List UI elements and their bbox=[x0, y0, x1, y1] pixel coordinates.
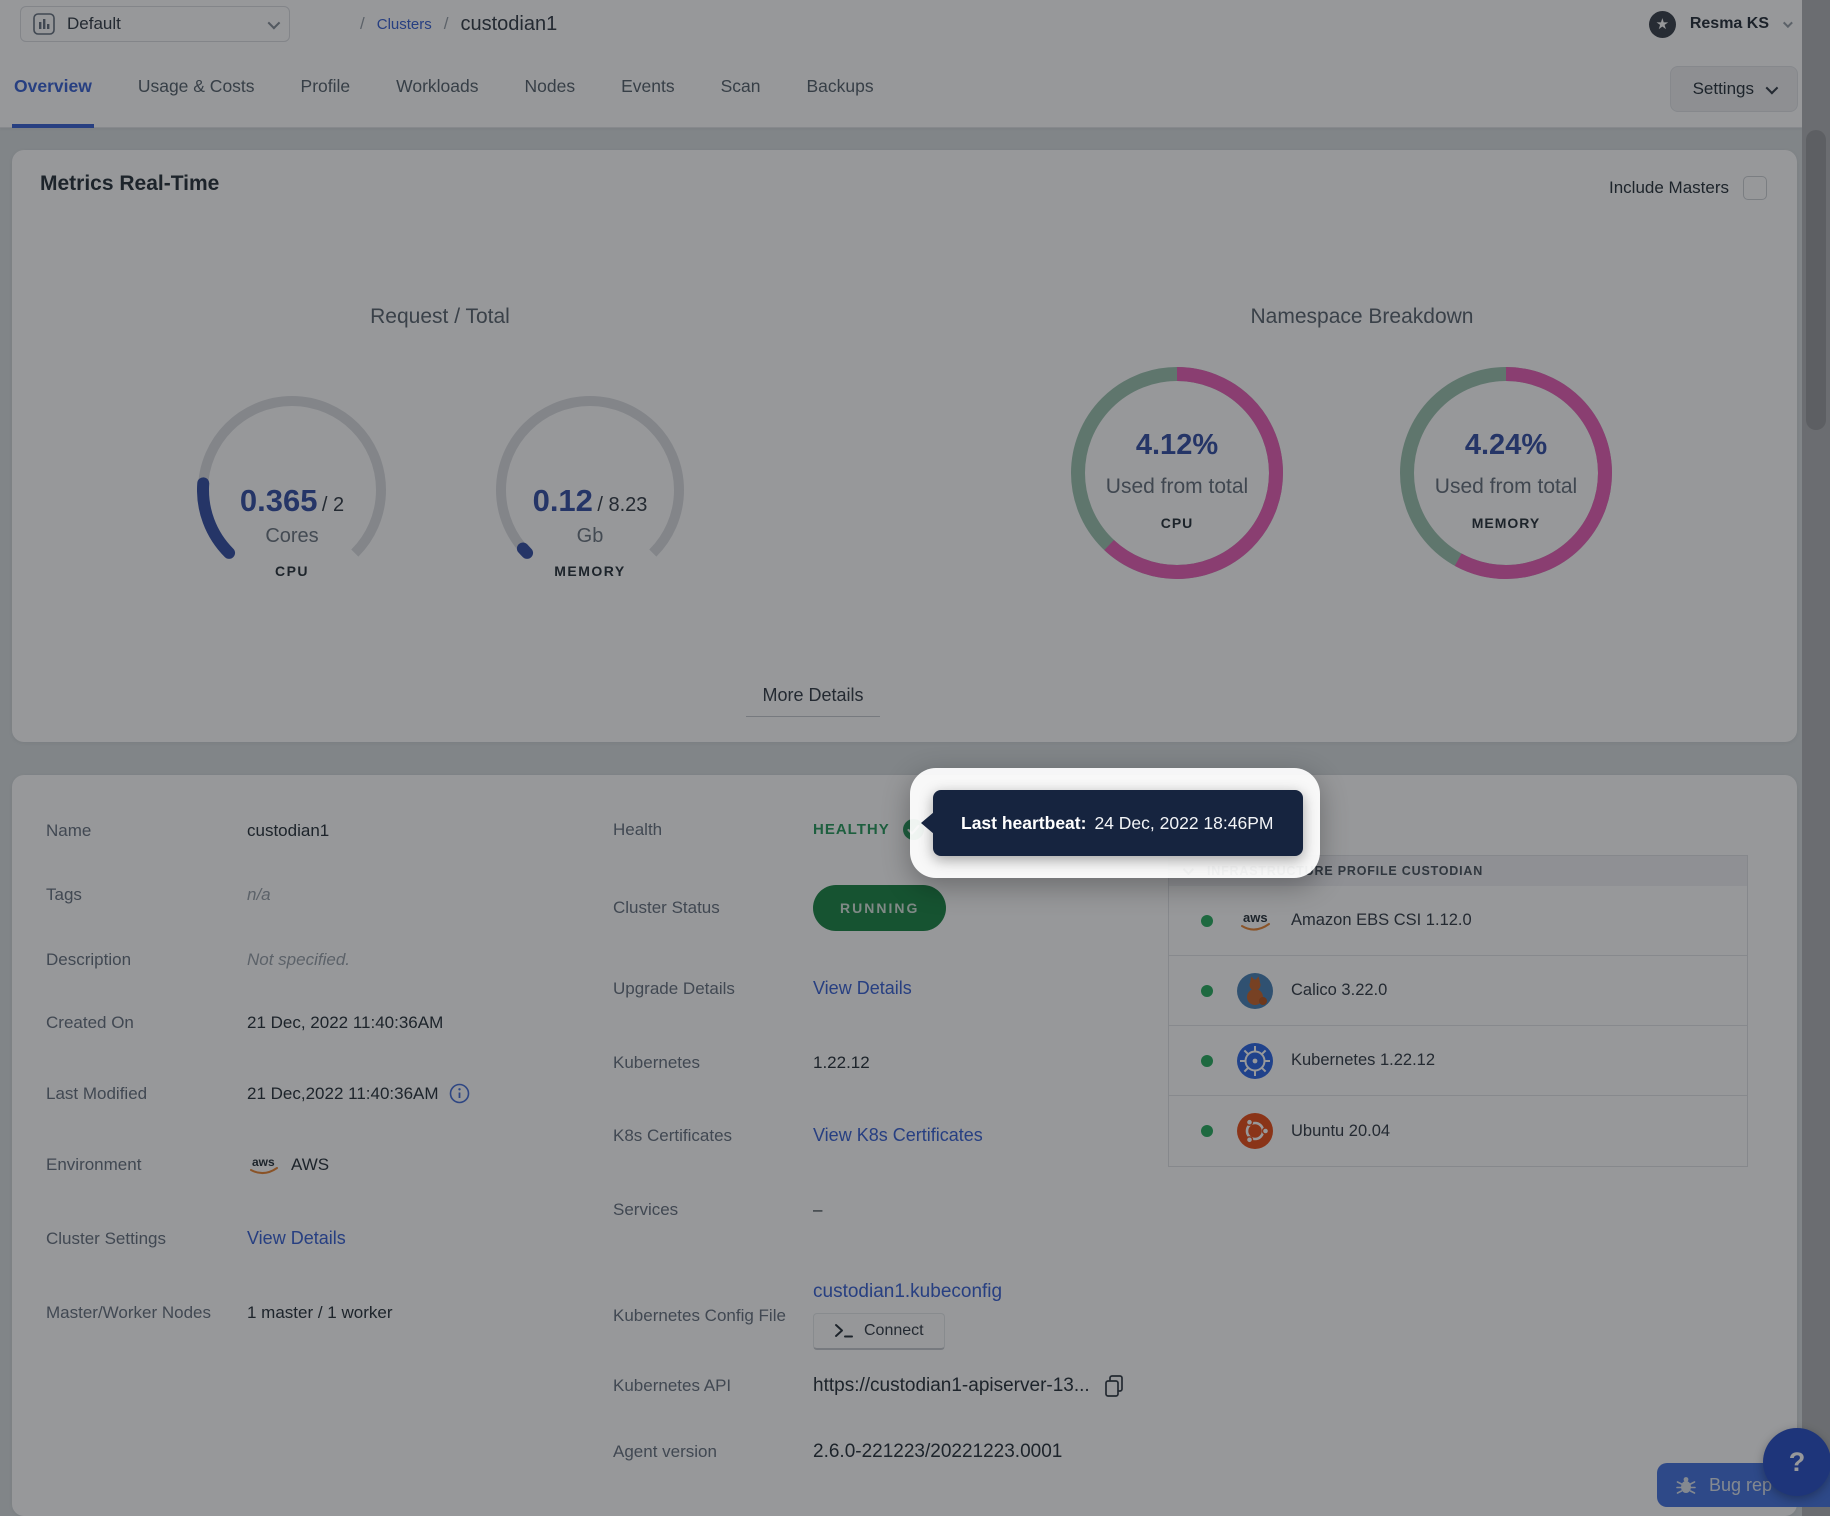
tooltip-value-text: 24 Dec, 2022 18:46PM bbox=[1094, 813, 1273, 834]
tour-spotlight: Last heartbeat: 24 Dec, 2022 18:46PM bbox=[910, 768, 1320, 878]
tooltip-bold-label: Last heartbeat: bbox=[961, 813, 1086, 834]
last-heartbeat-tooltip: Last heartbeat: 24 Dec, 2022 18:46PM bbox=[933, 790, 1303, 856]
cluster-overview-page: Default / Clusters / custodian1 ★ Resma … bbox=[0, 0, 1830, 1516]
dim-overlay bbox=[0, 0, 1830, 1516]
